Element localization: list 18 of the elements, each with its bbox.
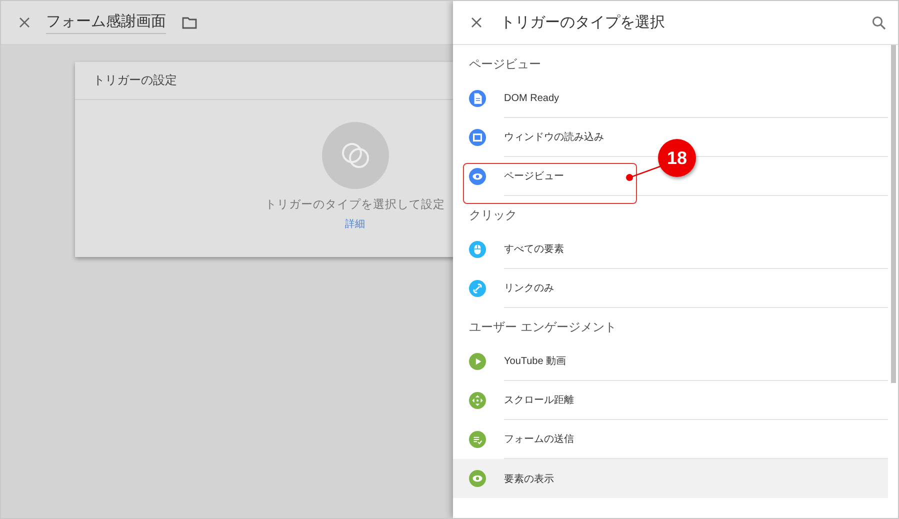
section-heading: ユーザー エンゲージメント	[468, 318, 618, 336]
trigger-placeholder-icon	[322, 122, 388, 189]
trigger-type-item[interactable]: 要素の表示	[453, 459, 888, 498]
close-icon[interactable]	[471, 17, 482, 28]
folder-icon[interactable]	[182, 16, 197, 28]
section-heading: クリック	[468, 206, 518, 224]
trigger-type-item[interactable]: YouTube 動画	[453, 342, 888, 381]
hint-text: トリガーのタイプを選択して設定	[265, 197, 445, 212]
card-title: トリガーの設定	[93, 72, 177, 89]
section-heading: ページビュー	[468, 56, 542, 72]
close-icon[interactable]	[19, 17, 30, 28]
trigger-type-item[interactable]: リンクのみ	[453, 269, 888, 308]
search-icon[interactable]	[872, 16, 886, 30]
trigger-type-item[interactable]: DOM Ready	[453, 79, 888, 118]
trigger-type-item[interactable]: すべての要素	[453, 230, 888, 269]
trigger-type-item[interactable]: スクロール距離	[453, 381, 888, 420]
panel-title: トリガーのタイプを選択	[500, 13, 666, 32]
tag-title[interactable]: フォーム感謝画面	[46, 12, 166, 34]
